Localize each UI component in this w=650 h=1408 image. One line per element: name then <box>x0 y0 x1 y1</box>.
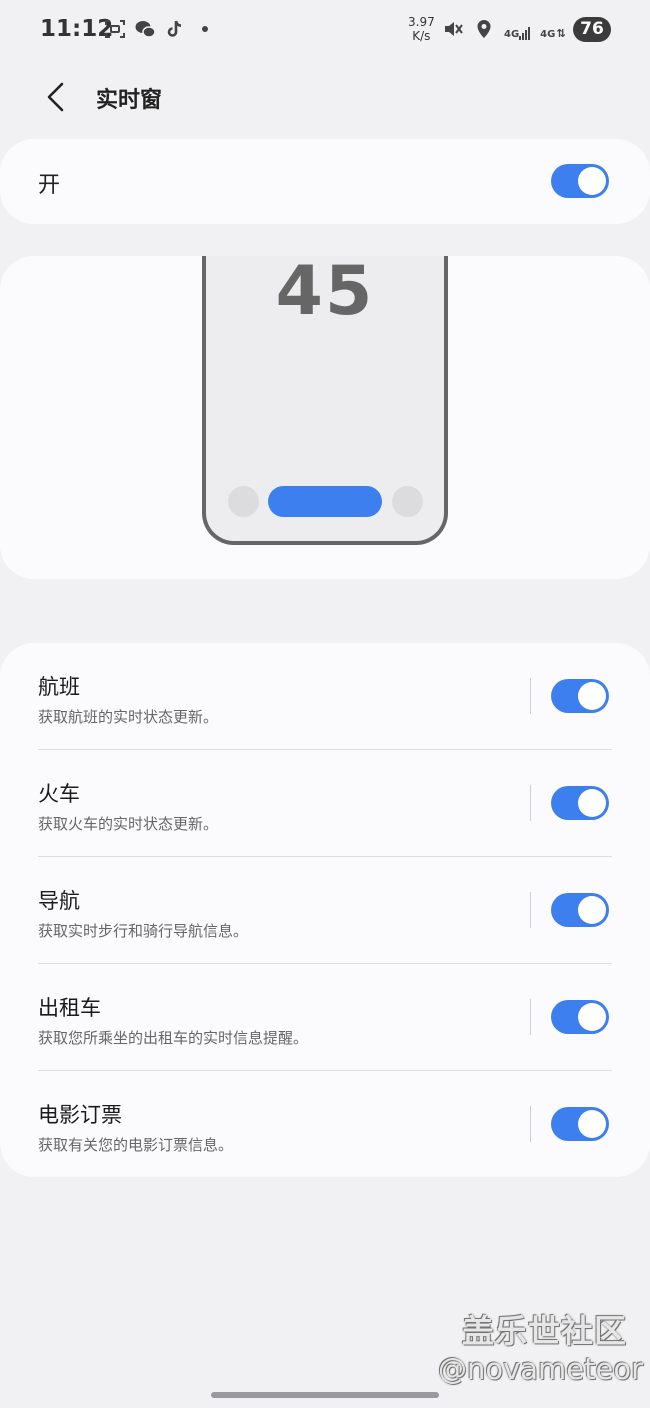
signal-icon <box>519 27 531 40</box>
preview-right-dot <box>392 486 423 517</box>
preview-card: 45 <box>0 256 650 579</box>
item-title: 航班 <box>38 675 80 699</box>
item-separator <box>530 785 531 821</box>
watermark-author: @novameteor <box>438 1352 644 1386</box>
mute-icon <box>445 22 463 36</box>
toggle-train[interactable] <box>551 786 609 820</box>
phone-illustration: 45 <box>202 256 448 545</box>
location-icon <box>477 20 491 38</box>
battery-indicator: 76 <box>573 17 611 42</box>
network-4g-icon: 4G ⇅ <box>540 27 566 40</box>
wechat-icon <box>135 21 156 38</box>
network-4g-icon: 4G <box>504 18 531 40</box>
master-switch-card[interactable]: 开 <box>0 139 650 224</box>
toggle-navigation[interactable] <box>551 893 609 927</box>
item-subtitle: 获取您所乘坐的出租车的实时信息提醒。 <box>38 1029 309 1047</box>
status-time: 11:12 <box>40 16 114 42</box>
back-icon[interactable] <box>40 78 70 116</box>
item-subtitle: 获取航班的实时状态更新。 <box>38 708 219 726</box>
net-speed: 3.97 K/s <box>408 15 435 43</box>
toggle-movie-tickets[interactable] <box>551 1107 609 1141</box>
preview-left-dot <box>228 486 259 517</box>
list-item-movie-tickets[interactable]: 电影订票 获取有关您的电影订票信息。 <box>0 1071 650 1178</box>
app-header: 实时窗 <box>0 70 650 124</box>
item-separator <box>530 1106 531 1142</box>
live-window-pill <box>268 486 382 517</box>
item-subtitle: 获取有关您的电影订票信息。 <box>38 1136 234 1154</box>
toggle-flight[interactable] <box>551 679 609 713</box>
list-item-flight[interactable]: 航班 获取航班的实时状态更新。 <box>0 643 650 750</box>
toggle-knob <box>578 896 606 924</box>
toggle-knob <box>578 789 606 817</box>
item-title: 火车 <box>38 782 80 806</box>
list-item-navigation[interactable]: 导航 获取实时步行和骑行导航信息。 <box>0 857 650 964</box>
item-title: 电影订票 <box>38 1103 122 1127</box>
toggle-knob <box>578 682 606 710</box>
item-separator <box>530 678 531 714</box>
tiktok-icon <box>167 20 182 37</box>
list-item-taxi[interactable]: 出租车 获取您所乘坐的出租车的实时信息提醒。 <box>0 964 650 1071</box>
gesture-home-bar[interactable] <box>211 1392 439 1398</box>
watermark-community: 盖乐世社区 <box>462 1312 628 1350</box>
master-switch-label: 开 <box>38 173 61 198</box>
status-bar: 11:12 3.97 K/s 4G 4G ⇅ 76 <box>0 0 650 62</box>
list-item-train[interactable]: 火车 获取火车的实时状态更新。 <box>0 750 650 857</box>
item-title: 导航 <box>38 889 80 913</box>
preview-number: 45 <box>275 256 375 331</box>
toggle-knob <box>578 167 606 195</box>
toggle-knob <box>578 1003 606 1031</box>
item-subtitle: 获取火车的实时状态更新。 <box>38 815 219 833</box>
notification-dot <box>202 26 208 32</box>
toggle-taxi[interactable] <box>551 1000 609 1034</box>
item-separator <box>530 999 531 1035</box>
live-window-list: 航班 获取航班的实时状态更新。 火车 获取火车的实时状态更新。 导航 获取实时步… <box>0 643 650 1177</box>
item-subtitle: 获取实时步行和骑行导航信息。 <box>38 922 249 940</box>
master-toggle[interactable] <box>551 164 609 198</box>
screenshot-icon <box>105 20 125 38</box>
item-separator <box>530 892 531 928</box>
toggle-knob <box>578 1110 606 1138</box>
item-title: 出租车 <box>38 996 101 1020</box>
page-title: 实时窗 <box>96 88 163 113</box>
